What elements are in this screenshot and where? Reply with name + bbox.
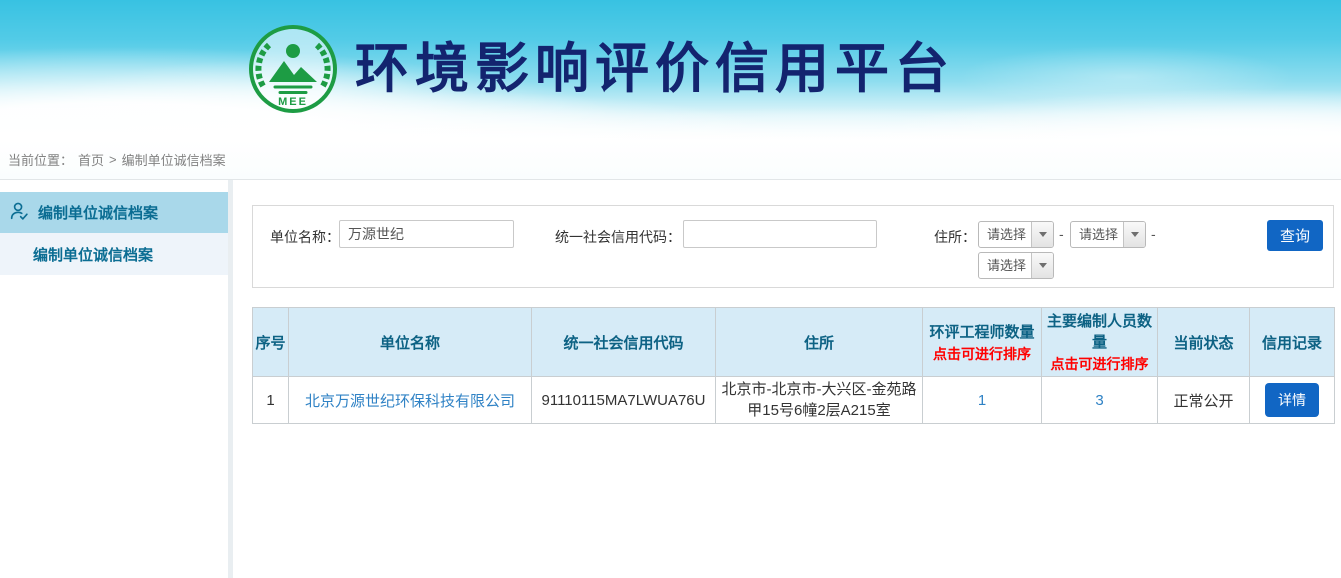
col-header-staff-count-sort[interactable]: 主要编制人员数量 点击可进行排序 [1042,308,1158,377]
site-title: 环境影响评价信用平台 [355,24,955,114]
sidebar-item-unit-credit-archive[interactable]: 编制单位诚信档案 [0,192,228,233]
sort-hint: 点击可进行排序 [923,344,1041,364]
city-select[interactable]: 请选择 [1070,221,1146,248]
col-header-credit-record: 信用记录 [1250,308,1335,377]
status-cell: 正常公开 [1158,377,1250,424]
sidebar-subitem-unit-credit-archive[interactable]: 编制单位诚信档案 [0,233,228,275]
sidebar-item-label: 编制单位诚信档案 [38,202,158,223]
district-select-value: 请选择 [979,253,1031,278]
unit-name-label: 单位名称： [270,227,340,247]
detail-button[interactable]: 详情 [1265,383,1319,417]
query-button[interactable]: 查询 [1267,220,1323,251]
credit-code-input[interactable] [683,220,877,248]
row-index-cell: 1 [253,377,289,424]
col-header-staff-count-label: 主要编制人员数量 [1042,310,1157,352]
user-check-icon [8,200,30,226]
unit-name-input[interactable] [339,220,514,248]
site-header: MEE 环境影响评价信用平台 [0,0,1341,140]
address-label: 住所： [934,227,976,247]
logo-caption-text: MEE [278,96,308,108]
breadcrumb-separator: > [109,152,117,167]
address-dash-2: - [1151,226,1156,242]
address-cell: 北京市-北京市-大兴区-金苑路甲15号6幢2层A215室 [716,377,923,424]
col-header-credit-code: 统一社会信用代码 [532,308,716,377]
city-select-value: 请选择 [1071,222,1123,247]
col-header-engineer-count-sort[interactable]: 环评工程师数量 点击可进行排序 [923,308,1042,377]
sort-hint: 点击可进行排序 [1042,354,1157,374]
sidebar: 编制单位诚信档案 编制单位诚信档案 [0,180,228,578]
col-header-engineer-count-label: 环评工程师数量 [923,321,1041,342]
address-dash-1: - [1059,226,1064,242]
col-header-address: 住所 [716,308,923,377]
chevron-down-icon[interactable] [1031,253,1053,278]
province-select-value: 请选择 [979,222,1031,247]
engineer-count-link[interactable]: 1 [978,392,986,409]
breadcrumb-current: 编制单位诚信档案 [122,150,226,169]
district-select[interactable]: 请选择 [978,252,1054,279]
breadcrumb-label: 当前位置： [8,150,73,169]
table-header-row: 序号 单位名称 统一社会信用代码 住所 环评工程师数量 点击可进行排序 主要编制… [253,308,1335,377]
sidebar-subitem-label: 编制单位诚信档案 [33,244,153,265]
staff-count-link[interactable]: 3 [1095,392,1103,409]
content-area: 单位名称： 统一社会信用代码： 住所： 请选择 - 请选择 - 请选择 查询 [233,180,1341,578]
table-row: 1 北京万源世纪环保科技有限公司 91110115MA7LWUA76U 北京市-… [253,377,1335,424]
chevron-down-icon[interactable] [1123,222,1145,247]
unit-name-link[interactable]: 北京万源世纪环保科技有限公司 [305,393,515,410]
credit-code-cell: 91110115MA7LWUA76U [532,377,716,424]
col-header-index: 序号 [253,308,289,377]
mee-logo: MEE [248,24,338,114]
search-panel: 单位名称： 统一社会信用代码： 住所： 请选择 - 请选择 - 请选择 查询 [252,205,1334,288]
breadcrumb-home-link[interactable]: 首页 [78,150,104,169]
credit-code-label: 统一社会信用代码： [553,227,681,247]
col-header-status: 当前状态 [1158,308,1250,377]
results-table: 序号 单位名称 统一社会信用代码 住所 环评工程师数量 点击可进行排序 主要编制… [252,307,1335,424]
chevron-down-icon[interactable] [1031,222,1053,247]
col-header-unit-name: 单位名称 [289,308,532,377]
province-select[interactable]: 请选择 [978,221,1054,248]
breadcrumb: 当前位置： 首页 > 编制单位诚信档案 [0,140,1341,180]
